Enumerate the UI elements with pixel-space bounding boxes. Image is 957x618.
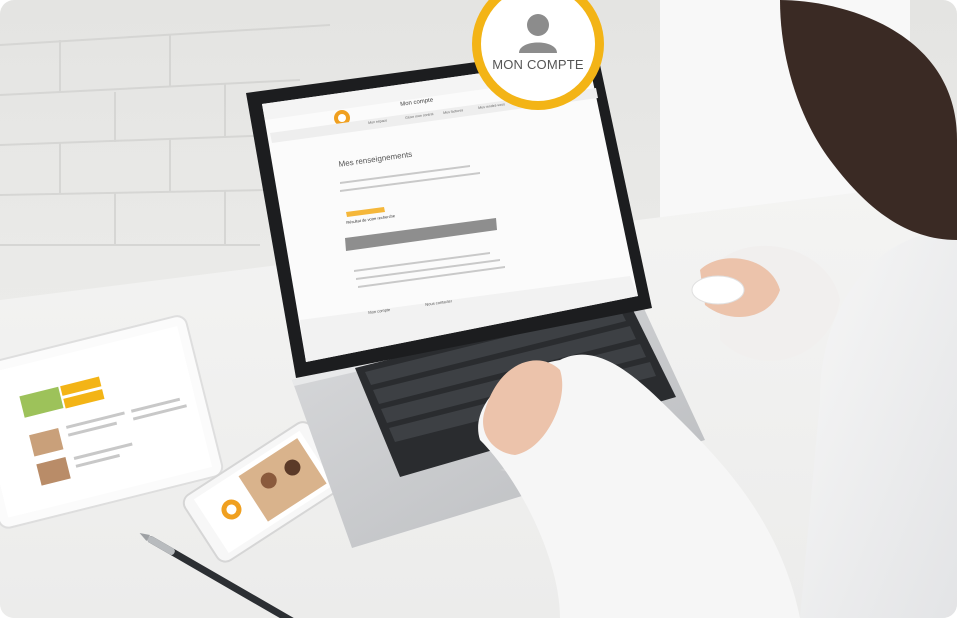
scene-illustration: [0, 0, 957, 618]
account-badge-inner: MON COMPTE: [481, 0, 595, 101]
account-badge-label: MON COMPTE: [492, 57, 584, 72]
mouse: [691, 275, 745, 305]
user-icon: [519, 14, 557, 53]
account-badge[interactable]: MON COMPTE: [472, 0, 604, 110]
marketing-photo: Mon compte Mes renseignements Résultat d…: [0, 0, 957, 618]
